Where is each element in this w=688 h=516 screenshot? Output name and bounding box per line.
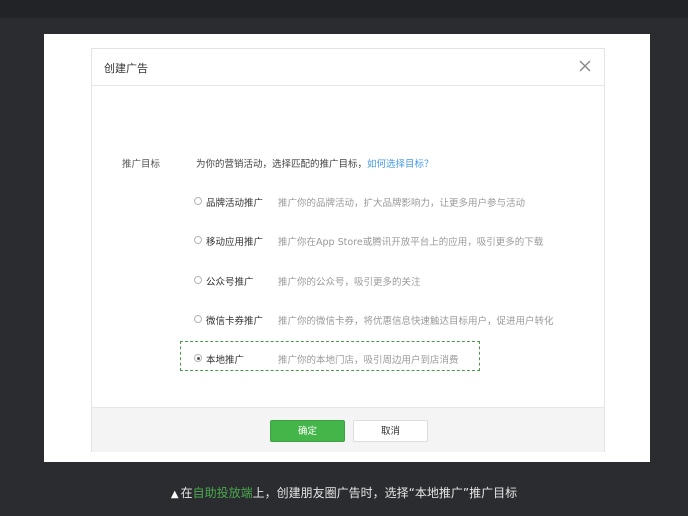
option-wechat-coupon[interactable]: 微信卡券推广 推广你的微信卡券，将优惠信息快速触达目标用户，促进用户转化 — [194, 312, 574, 328]
help-link[interactable]: 如何选择目标？ — [367, 159, 434, 170]
radio-button[interactable] — [194, 276, 202, 284]
option-mobile-app[interactable]: 移动应用推广 推广你在App Store或腾讯开放平台上的应用，吸引更多的下载 — [194, 233, 574, 249]
radio-button[interactable] — [194, 236, 202, 244]
triangle-icon: ▲ — [170, 489, 179, 500]
radio-button[interactable] — [194, 315, 202, 323]
promotion-goal-label: 推广目标 — [122, 159, 161, 170]
option-official-account[interactable]: 公众号推广 推广你的公众号，吸引更多的关注 — [194, 273, 574, 289]
option-description: 推广你的本地门店，吸引周边用户到店消费 — [278, 355, 459, 366]
promotion-goal-description: 为你的营销活动，选择匹配的推广目标，如何选择目标？ — [196, 156, 434, 170]
description-text: 为你的营销活动，选择匹配的推广目标， — [196, 159, 368, 170]
dialog-header: 创建广告 — [92, 49, 604, 86]
close-button[interactable] — [576, 57, 594, 75]
option-name: 移动应用推广 — [206, 237, 264, 248]
dialog-title: 创建广告 — [104, 62, 148, 75]
option-name: 品牌活动推广 — [206, 198, 264, 209]
option-name: 公众号推广 — [206, 277, 254, 288]
caption-highlight: 自助投放端 — [192, 486, 253, 500]
create-ad-dialog: 创建广告 推广目标 为你的营销活动，选择匹配的推广目标，如何选择目标？ 品牌活动… — [91, 48, 605, 452]
option-brand-activity[interactable]: 品牌活动推广 推广你的品牌活动，扩大品牌影响力，让更多用户参与活动 — [194, 194, 574, 210]
option-local-promotion[interactable]: 本地推广 推广你的本地门店，吸引周边用户到店消费 — [194, 351, 574, 367]
dialog-footer: 确定 取消 — [92, 407, 604, 452]
radio-button[interactable] — [194, 197, 202, 205]
cancel-button[interactable]: 取消 — [353, 420, 428, 442]
top-strip — [0, 0, 688, 18]
option-description: 推广你的公众号，吸引更多的关注 — [278, 277, 421, 288]
caption-prefix: 在 — [180, 486, 193, 500]
radio-button-selected[interactable] — [194, 354, 202, 362]
confirm-button[interactable]: 确定 — [270, 420, 345, 442]
option-description: 推广你的品牌活动，扩大品牌影响力，让更多用户参与活动 — [278, 198, 526, 209]
option-description: 推广你的微信卡券，将优惠信息快速触达目标用户，促进用户转化 — [278, 316, 554, 327]
option-name: 微信卡券推广 — [206, 316, 264, 327]
close-icon — [579, 60, 591, 72]
option-description: 推广你在App Store或腾讯开放平台上的应用，吸引更多的下载 — [278, 237, 544, 248]
caption: ▲ 在自助投放端上，创建朋友圈广告时，选择“本地推广”推广目标 — [0, 484, 688, 501]
screenshot-card: 创建广告 推广目标 为你的营销活动，选择匹配的推广目标，如何选择目标？ 品牌活动… — [44, 34, 650, 462]
caption-suffix: 上，创建朋友圈广告时，选择“本地推广”推广目标 — [252, 486, 518, 500]
option-name: 本地推广 — [206, 355, 245, 366]
